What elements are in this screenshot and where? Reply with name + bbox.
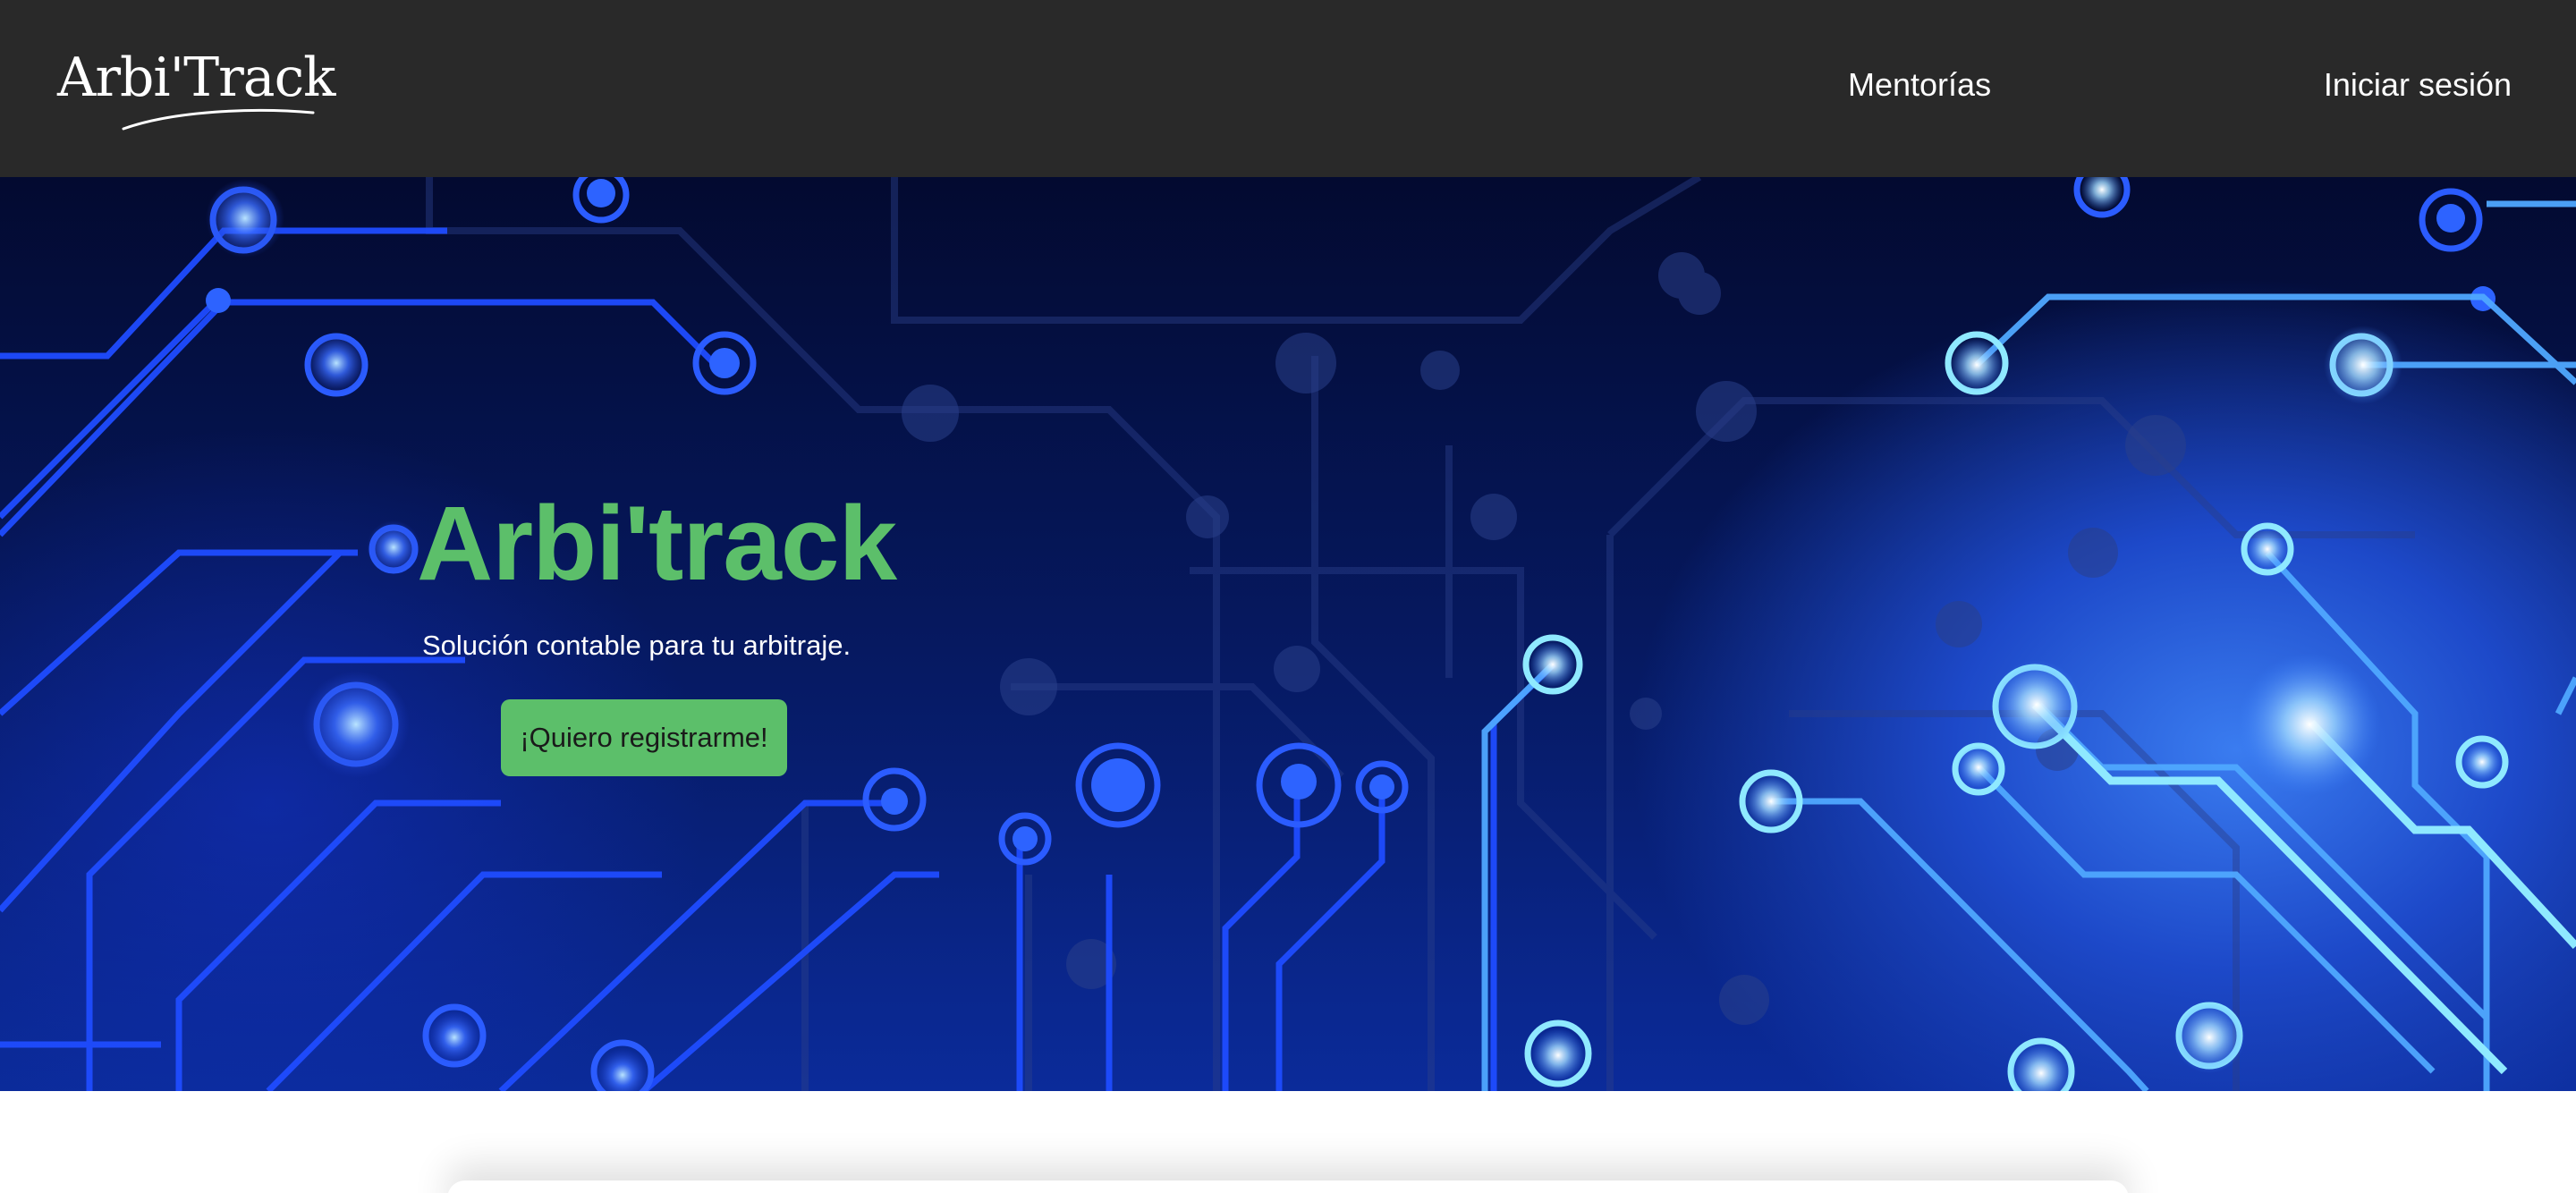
logo-text: Arbi'Track: [57, 47, 336, 109]
circuit-background-image: [0, 177, 2576, 1091]
hero-title: Arbi'track: [417, 485, 897, 603]
nav-link-login[interactable]: Iniciar sesión: [2324, 66, 2512, 104]
hero-section: Arbi'track Solución contable para tu arb…: [0, 177, 2576, 1091]
logo-swoosh-icon: [122, 108, 315, 131]
content-card: [447, 1180, 2129, 1193]
hero-subtitle: Solución contable para tu arbitraje.: [422, 630, 852, 661]
nav-link-mentorias[interactable]: Mentorías: [1848, 66, 1991, 104]
register-button[interactable]: ¡Quiero registrarme!: [501, 699, 787, 776]
content-area: [0, 1091, 2576, 1193]
navbar: Arbi'Track Mentorías Iniciar sesión: [0, 0, 2576, 177]
brand-logo[interactable]: Arbi'Track: [57, 47, 336, 140]
